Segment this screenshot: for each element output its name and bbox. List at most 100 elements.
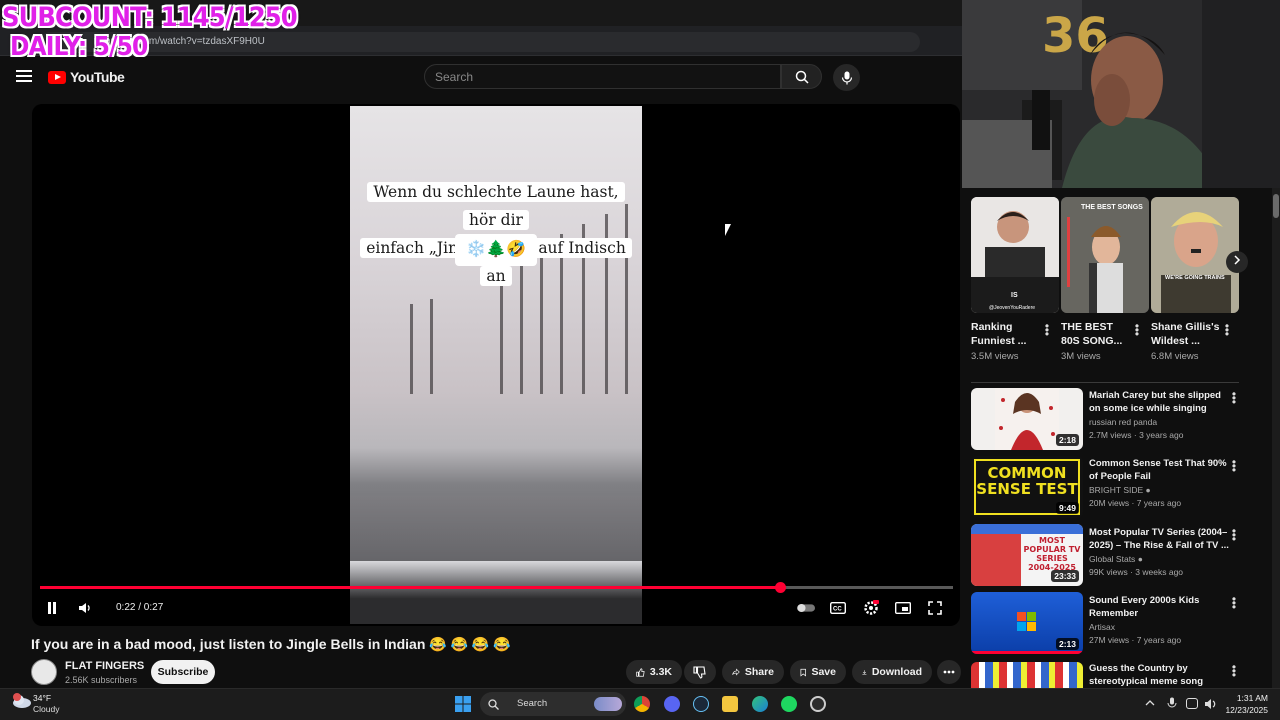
recommendation-title[interactable]: Common Sense Test That 90% of People Fai…	[1089, 457, 1229, 483]
search-highlight-icon[interactable]	[594, 697, 622, 711]
short-views: 3.5M views	[971, 351, 1019, 362]
recommendation-channel-row[interactable]: Global Stats ●	[1089, 553, 1143, 566]
recommendation-title[interactable]: Sound Every 2000s Kids Remember	[1089, 594, 1229, 620]
volume-button[interactable]	[76, 599, 94, 617]
youtube-wordmark: YouTube	[70, 69, 125, 85]
recommendation-menu-icon[interactable]: • • •	[1231, 456, 1237, 476]
recommendation-thumbnail[interactable]: 2:18	[971, 388, 1083, 450]
clock-date[interactable]: 12/23/2025	[1222, 705, 1268, 715]
settings-button[interactable]	[862, 599, 880, 617]
chevron-up-icon[interactable]	[1145, 699, 1155, 707]
pause-button[interactable]	[43, 599, 61, 617]
miniplayer-button[interactable]	[894, 599, 912, 617]
youtube-logo[interactable]: YouTube	[48, 69, 125, 85]
taskbar-search-icon	[488, 699, 499, 710]
captions-button[interactable]: CC	[829, 599, 847, 617]
recommendation-menu-icon[interactable]: • • •	[1231, 388, 1237, 408]
recommendation-thumbnail[interactable]: 2:13	[971, 592, 1083, 654]
microphone-icon	[841, 71, 852, 84]
recommendation-meta: 20M views · 7 years ago	[1089, 498, 1182, 508]
recommendation-channel[interactable]: BRIGHT SIDE	[1089, 485, 1143, 495]
shorts-next-button[interactable]	[1226, 251, 1248, 273]
short-menu-icon[interactable]: • • •	[1044, 320, 1050, 340]
hamburger-menu-icon[interactable]	[16, 68, 32, 84]
recommendation-channel[interactable]: russian red panda	[1089, 416, 1157, 429]
address-bar[interactable]: youtube.com/watch?v=tzdasXF9H0U	[40, 32, 920, 52]
volume-tray-icon[interactable]	[1204, 698, 1217, 710]
network-icon[interactable]	[1186, 698, 1198, 709]
recommendation-thumbnail[interactable]	[971, 662, 1083, 688]
save-label: Save	[811, 666, 836, 678]
dislike-button[interactable]	[684, 660, 716, 684]
short-thumb-text: IS	[1011, 292, 1018, 299]
short-thumbnail[interactable]: WE'RE GOING TRAINS	[1151, 197, 1239, 313]
short-menu-icon[interactable]: • • •	[1224, 320, 1230, 340]
video-frame[interactable]: Wenn du schlechte Laune hast, hör dir ei…	[350, 106, 642, 624]
recommendation-title[interactable]: Most Popular TV Series (2004–2025) – The…	[1089, 526, 1229, 552]
save-button[interactable]: Save	[790, 660, 846, 684]
recommendation-menu-icon[interactable]: • • •	[1231, 525, 1237, 545]
microphone-tray-icon[interactable]	[1167, 697, 1177, 710]
steam-icon[interactable]	[693, 696, 709, 712]
weather-description[interactable]: Cloudy	[33, 704, 59, 714]
recommendation-channel[interactable]: Global Stats	[1089, 554, 1135, 564]
subscribe-button[interactable]: Subscribe	[151, 660, 215, 684]
edge-icon[interactable]	[752, 696, 768, 712]
fullscreen-button[interactable]	[926, 599, 944, 617]
channel-name[interactable]: FLAT FINGERS	[65, 660, 144, 672]
short-views: 6.8M views	[1151, 351, 1199, 362]
recommendation-title[interactable]: Mariah Carey but she slipped on some ice…	[1089, 389, 1229, 415]
sidebar-scrollbar[interactable]	[1272, 188, 1280, 688]
fullscreen-icon	[928, 601, 942, 615]
windows-start-icon[interactable]	[455, 696, 471, 712]
autoplay-toggle[interactable]	[797, 599, 815, 617]
search-input[interactable]: Search	[424, 64, 781, 89]
recommendation-channel-row[interactable]: BRIGHT SIDE ●	[1089, 484, 1151, 497]
duration-badge: 2:18	[1055, 434, 1079, 446]
captions-icon: CC	[830, 602, 846, 614]
voice-search-button[interactable]	[833, 64, 860, 91]
recommendation-menu-icon[interactable]: • • •	[1231, 661, 1237, 681]
clock-time[interactable]: 1:31 AM	[1222, 693, 1268, 703]
file-explorer-icon[interactable]	[722, 696, 738, 712]
weather-temperature[interactable]: 34°F	[33, 693, 51, 703]
short-title[interactable]: Ranking Funniest ...	[971, 320, 1041, 348]
recommendation-thumbnail[interactable]: COMMON SENSE TEST 9:49	[971, 456, 1083, 518]
weather-cloudy-icon[interactable]	[10, 692, 32, 710]
caption-line-1: Wenn du schlechte Laune hast, hör dir	[367, 182, 625, 230]
like-button[interactable]: 3.3K	[626, 660, 682, 684]
webcam-feed: 36	[962, 0, 1280, 188]
subscriber-count: 2.56K subscribers	[65, 675, 138, 685]
short-title[interactable]: Shane Gillis's Wildest ...	[1151, 320, 1221, 348]
recommendation-thumbnail[interactable]: MOST POPULAR TV SERIES 2004-2025 23:33	[971, 524, 1083, 586]
video-title: If you are in a bad mood, just listen to…	[31, 636, 511, 652]
more-actions-button[interactable]	[937, 660, 961, 684]
search-button[interactable]	[781, 64, 822, 89]
short-thumbnail[interactable]: THE BEST SONGS	[1061, 197, 1149, 313]
download-button[interactable]: Download	[852, 660, 932, 684]
duration-badge: 9:49	[1055, 502, 1079, 514]
progress-bar[interactable]	[40, 582, 953, 593]
recommendation-menu-icon[interactable]: • • •	[1231, 593, 1237, 613]
short-title[interactable]: THE BEST 80S SONG...	[1061, 320, 1131, 348]
chrome-icon[interactable]	[634, 696, 650, 712]
obs-icon[interactable]	[810, 696, 826, 712]
webcam-scene: 36	[962, 0, 1280, 188]
verified-icon: ●	[1145, 485, 1151, 495]
recommendation-meta: 27M views · 7 years ago	[1089, 635, 1182, 645]
recommendation-channel[interactable]: Artisax	[1089, 621, 1115, 634]
short-thumb-subtext: @JeovenYouRadere	[989, 305, 1035, 311]
scrollbar-thumb[interactable]	[1273, 194, 1279, 218]
channel-avatar[interactable]	[31, 659, 57, 685]
player-controls: 0:22 / 0:27 CC	[32, 595, 960, 621]
recommendation-title[interactable]: Guess the Country by stereotypical meme …	[1089, 662, 1229, 688]
gear-icon	[864, 600, 879, 615]
share-button[interactable]: Share	[722, 660, 784, 684]
mouse-cursor	[725, 224, 731, 236]
spotify-icon[interactable]	[781, 696, 797, 712]
chevron-right-icon	[1234, 255, 1241, 265]
short-menu-icon[interactable]: • • •	[1134, 320, 1140, 340]
scrubber-handle[interactable]	[774, 582, 786, 593]
discord-icon[interactable]	[664, 696, 680, 712]
short-thumbnail[interactable]: IS @JeovenYouRadere	[971, 197, 1059, 313]
